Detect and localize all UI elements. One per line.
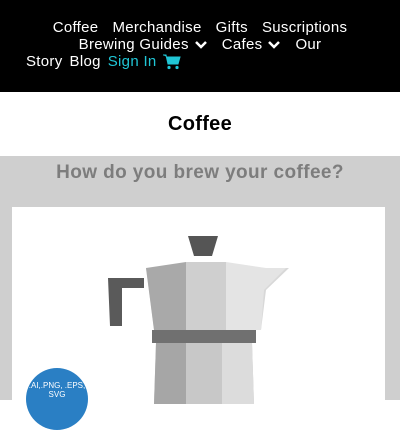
chevron-down-icon — [268, 40, 281, 49]
nav-item-coffee[interactable]: Coffee — [53, 19, 99, 36]
moka-pot-icon — [108, 236, 289, 404]
nav-item-story[interactable]: Story — [26, 53, 63, 70]
nav-item-blog[interactable]: Blog — [70, 53, 101, 70]
brew-question: How do you brew your coffee? — [56, 162, 344, 183]
nav-item-our[interactable]: Our — [295, 36, 321, 53]
nav-item-suscriptions[interactable]: Suscriptions — [262, 19, 347, 36]
file-format-badge: .AI,.PNG, .EPS, SVG — [26, 368, 88, 430]
nav-row-2: Brewing Guides Cafes Our — [0, 36, 400, 53]
title-band: Coffee — [0, 92, 400, 156]
page-title: Coffee — [167, 112, 233, 135]
nav-row-3: Story Blog Sign In — [0, 53, 400, 70]
nav-item-sign-in[interactable]: Sign In — [108, 53, 157, 70]
navbar: Coffee Merchandise Gifts Suscriptions Br… — [0, 0, 400, 92]
nav-row-1: Coffee Merchandise Gifts Suscriptions — [0, 19, 400, 36]
nav-item-brewing-guides[interactable]: Brewing Guides — [79, 36, 208, 53]
nav-item-merchandise[interactable]: Merchandise — [112, 19, 201, 36]
nav-item-brewing-guides-label: Brewing Guides — [78, 36, 189, 53]
nav-item-gifts[interactable]: Gifts — [216, 19, 248, 36]
cart-icon — [162, 54, 181, 69]
file-format-badge-text: .AI,.PNG, .EPS, SVG — [28, 381, 86, 399]
chevron-down-icon — [194, 40, 207, 49]
nav-item-cafes-label: Cafes — [221, 36, 263, 53]
nav-item-cafes[interactable]: Cafes — [222, 36, 282, 53]
cart-button[interactable] — [162, 54, 181, 70]
